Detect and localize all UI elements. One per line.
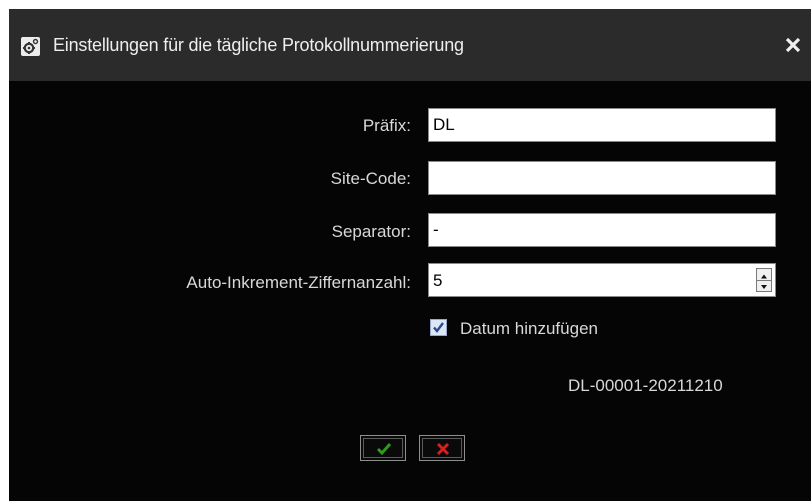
prefix-input[interactable] [428,108,776,142]
checkmark-icon [376,443,392,456]
log-numbering-settings-dialog: Einstellungen für die tägliche Protokoll… [9,9,811,501]
add-date-label[interactable]: Datum hinzufügen [460,319,598,339]
spinner-buttons [756,268,772,292]
settings-gear-icon [21,37,40,56]
digits-label: Auto-Inkrement-Ziffernanzahl: [186,273,411,292]
numbering-preview: DL-00001-20211210 [568,376,723,395]
arrow-down-icon [761,285,767,289]
separator-input[interactable] [428,213,776,247]
checkmark-icon [433,322,444,333]
prefix-label: Präfix: [362,116,411,135]
cancel-button[interactable] [419,435,465,461]
digits-value[interactable]: 5 [433,271,442,291]
digits-spinner[interactable]: 5 [428,263,776,297]
close-button[interactable] [783,35,803,55]
add-date-checkbox[interactable] [430,319,447,336]
confirm-button[interactable] [360,435,406,461]
title-bar: Einstellungen für die tägliche Protokoll… [9,9,811,81]
site-code-label: Site-Code: [330,169,411,188]
spin-down-button[interactable] [757,280,771,291]
separator-label: Separator: [331,222,411,241]
close-icon [785,37,801,53]
site-code-input[interactable] [428,161,776,195]
dialog-title: Einstellungen für die tägliche Protokoll… [53,35,464,55]
x-icon [436,442,450,456]
